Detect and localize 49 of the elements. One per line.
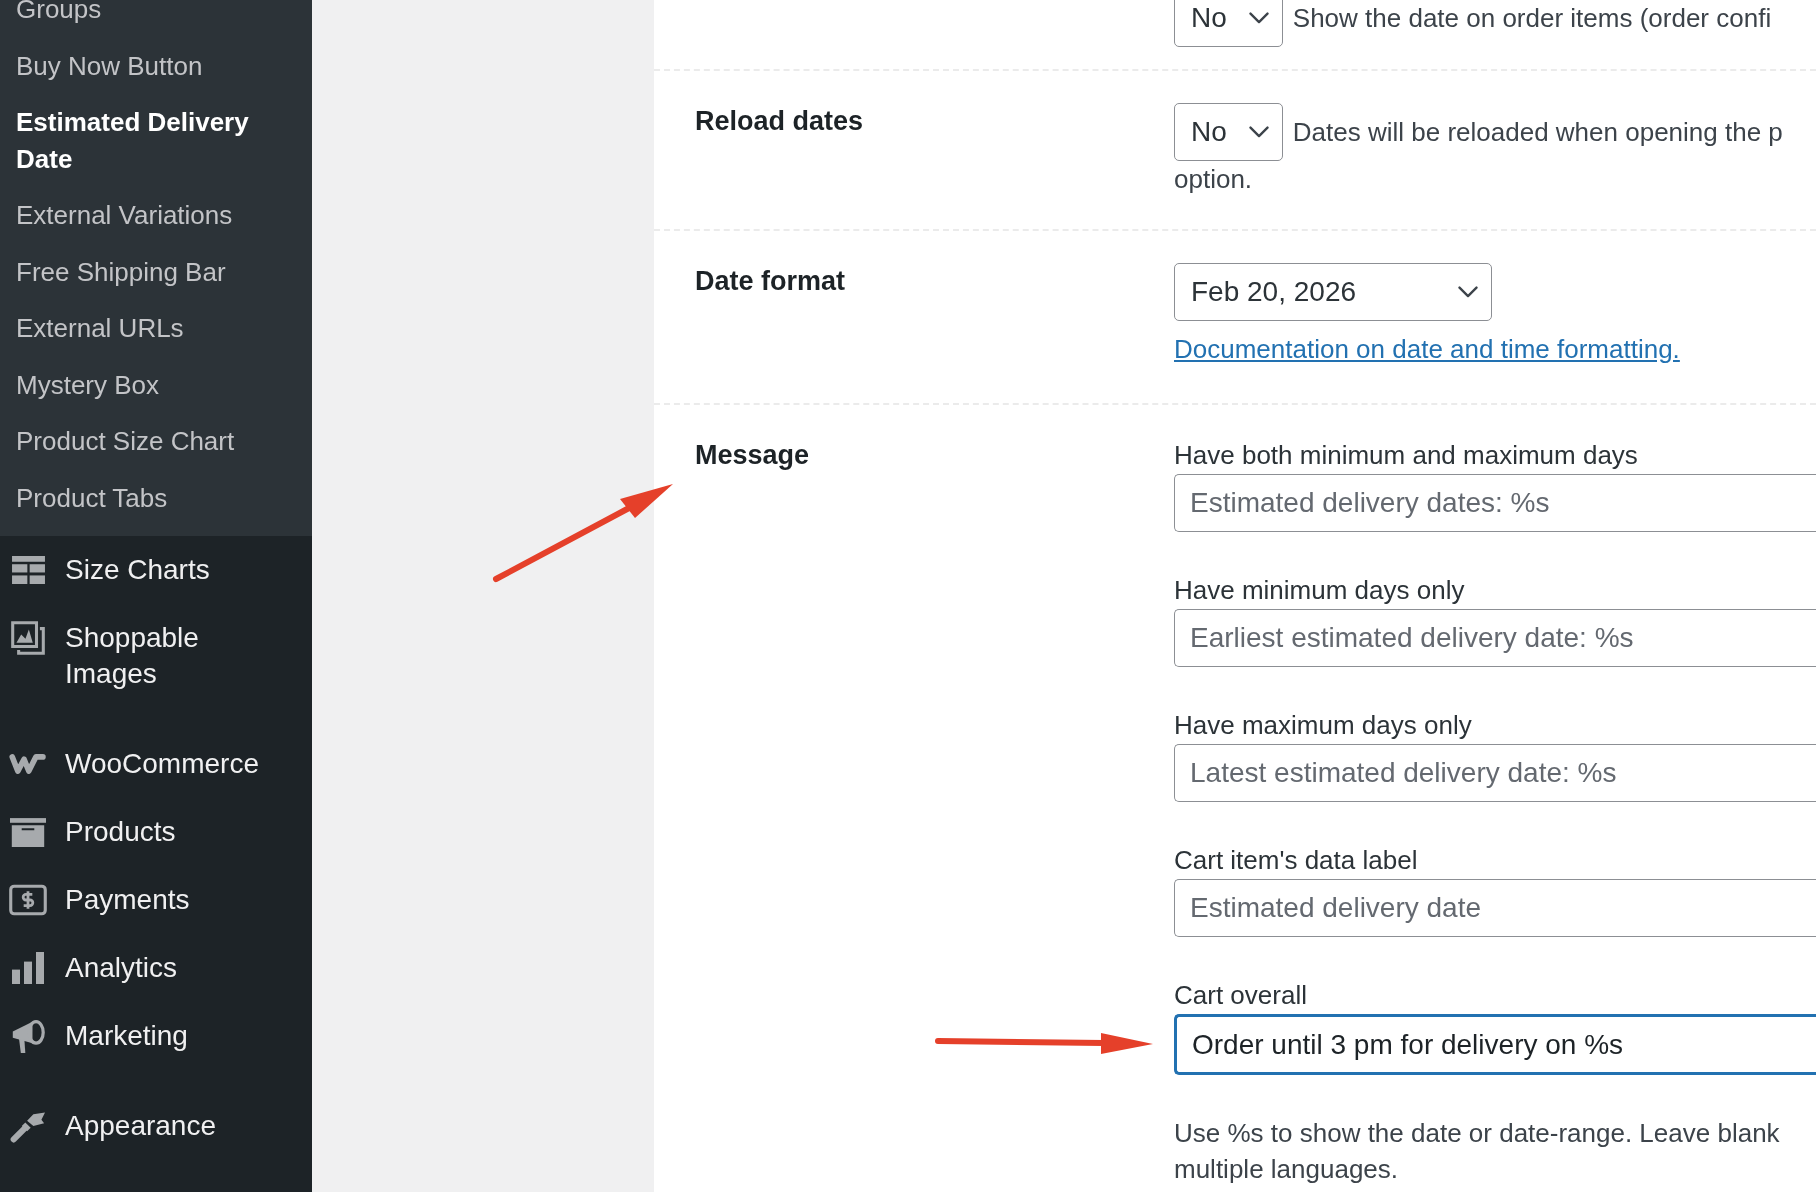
setting-label: Date format <box>695 265 846 298</box>
menu-item[interactable]: Payments <box>0 866 312 934</box>
text-field[interactable]: Earliest estimated delivery date: %s <box>1174 609 1816 667</box>
menu-item[interactable]: Appearance <box>0 1092 312 1160</box>
setting-label: Message <box>695 439 810 472</box>
setting-label: Reload dates <box>695 105 864 138</box>
documentation-link[interactable]: Documentation on date and time formatting. <box>1174 334 1680 364</box>
field-label: Have maximum days only <box>1174 709 1473 742</box>
submenu-item[interactable]: External Variations <box>0 187 312 244</box>
submenu-item[interactable]: Buy Now Button <box>0 37 312 94</box>
menu-item[interactable]: Analytics <box>0 934 312 1002</box>
dollar-bill-icon <box>9 884 47 916</box>
submenu-item[interactable]: Free Shipping Bar <box>0 243 312 300</box>
field-label: Have minimum days only <box>1174 574 1466 607</box>
menu-item[interactable]: Shoppable Images <box>0 604 312 708</box>
submenu-item[interactable]: Mystery Box <box>0 356 312 413</box>
help-text: Use %s to show the date or date-range. Leave blank <box>1174 1117 1781 1150</box>
text-field[interactable]: Estimated delivery dates: %s <box>1174 474 1816 532</box>
dropdown-select[interactable]: No <box>1174 0 1283 47</box>
menu-item[interactable]: Products <box>0 798 312 866</box>
help-text: Dates will be reloaded when opening the p <box>1292 116 1783 149</box>
megaphone-icon <box>11 1018 45 1054</box>
field-label: Cart item's data label <box>1174 844 1419 877</box>
chevron-down-icon <box>1248 12 1269 24</box>
help-text: multiple languages. <box>1174 1153 1400 1186</box>
dropdown-select[interactable]: No <box>1174 103 1283 161</box>
field-label: Have both minimum and maximum days <box>1174 439 1639 472</box>
bar-chart-icon <box>12 952 44 984</box>
text-field[interactable]: Estimated delivery date <box>1174 879 1816 937</box>
menu-item[interactable]: WooCommerce <box>0 730 312 798</box>
submenu-item[interactable]: Product Tabs <box>0 469 312 526</box>
submenu-item[interactable]: Groups <box>0 0 312 38</box>
box-icon <box>10 817 46 847</box>
help-text: option. <box>1174 163 1254 196</box>
image-stack-icon <box>11 621 45 655</box>
submenu-item[interactable]: External URLs <box>0 300 312 357</box>
submenu-item[interactable]: Product Size Chart <box>0 413 312 470</box>
menu-item[interactable]: Marketing <box>0 1002 312 1070</box>
text-field[interactable]: Latest estimated delivery date: %s <box>1174 744 1816 802</box>
chevron-down-icon <box>1248 126 1269 138</box>
submenu-item[interactable]: Estimated Delivery Date <box>0 94 312 187</box>
text-field[interactable]: Order until 3 pm for delivery on %s <box>1174 1014 1816 1075</box>
field-label: Cart overall <box>1174 979 1308 1012</box>
chevron-down-icon <box>1458 286 1478 298</box>
menu-item[interactable]: Size Charts <box>0 536 312 604</box>
help-text: Show the date on order items (order confi <box>1292 2 1772 35</box>
dropdown-select[interactable]: Feb 20, 2026 <box>1174 263 1492 321</box>
table-icon <box>11 556 45 584</box>
w-mark-icon <box>9 753 47 775</box>
